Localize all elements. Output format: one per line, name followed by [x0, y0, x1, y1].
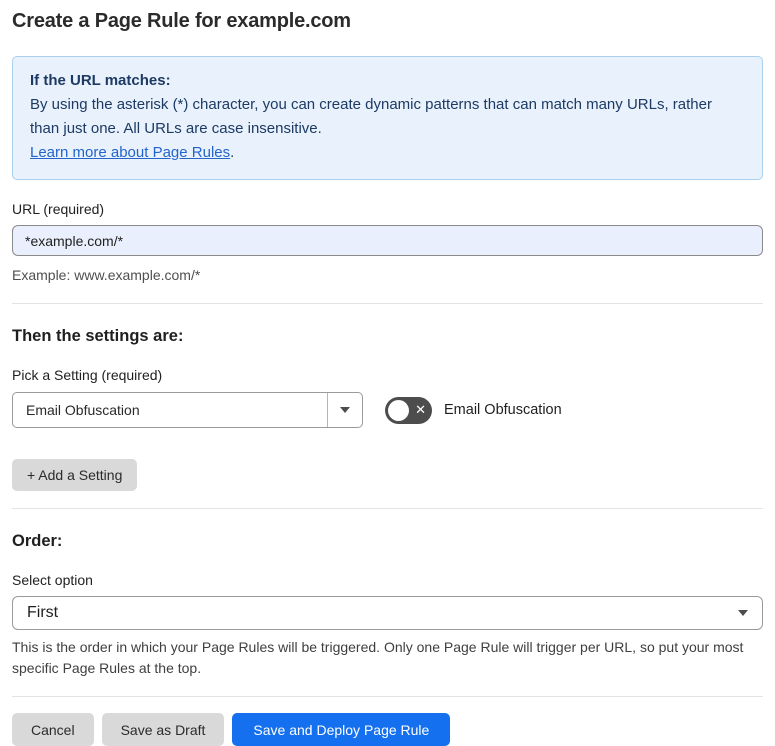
- toggle-label: Email Obfuscation: [444, 402, 562, 418]
- toggle-knob: [388, 399, 409, 421]
- pick-setting-label: Pick a Setting (required): [12, 367, 163, 383]
- order-select-label: Select option: [12, 572, 93, 588]
- save-as-draft-button[interactable]: Save as Draft: [101, 713, 225, 746]
- order-select[interactable]: First: [12, 596, 763, 630]
- order-select-value: First: [27, 604, 59, 621]
- caret-down-icon: [340, 407, 350, 413]
- info-box-body: By using the asterisk (*) character, you…: [30, 96, 712, 137]
- create-page-rule-form: Create a Page Rule for example.com If th…: [0, 0, 775, 746]
- page-title: Create a Page Rule for example.com: [12, 10, 351, 32]
- setting-select[interactable]: Email Obfuscation: [12, 392, 363, 428]
- add-setting-button[interactable]: + Add a Setting: [12, 459, 138, 491]
- settings-section-heading: Then the settings are:: [12, 327, 184, 345]
- link-suffix: .: [230, 144, 235, 161]
- divider: [12, 696, 763, 697]
- email-obfuscation-toggle[interactable]: ✕: [385, 396, 432, 424]
- caret-down-icon: [738, 610, 748, 616]
- divider: [12, 508, 763, 509]
- url-match-info-box: If the URL matches: By using the asteris…: [12, 56, 763, 180]
- learn-more-link[interactable]: Learn more about Page Rules: [30, 144, 230, 161]
- toggle-group: ✕ Email Obfuscation: [385, 396, 562, 424]
- url-label: URL (required): [12, 201, 105, 217]
- x-icon: ✕: [415, 402, 426, 418]
- url-input[interactable]: [12, 225, 763, 256]
- info-box-heading: If the URL matches:: [30, 72, 171, 89]
- save-and-deploy-button[interactable]: Save and Deploy Page Rule: [232, 713, 451, 746]
- setting-select-value: Email Obfuscation: [26, 402, 140, 418]
- setting-row: Email Obfuscation ✕ Email Obfuscation: [12, 392, 763, 428]
- divider: [12, 303, 763, 304]
- order-section-heading: Order:: [12, 532, 63, 550]
- footer-actions: Cancel Save as Draft Save and Deploy Pag…: [12, 713, 763, 746]
- setting-select-arrow-button[interactable]: [327, 393, 362, 427]
- cancel-button[interactable]: Cancel: [12, 713, 94, 746]
- order-helper-text: This is the order in which your Page Rul…: [12, 639, 744, 676]
- info-box-link-line: Learn more about Page Rules.: [30, 141, 745, 165]
- url-example-helper: Example: www.example.com/*: [12, 267, 201, 283]
